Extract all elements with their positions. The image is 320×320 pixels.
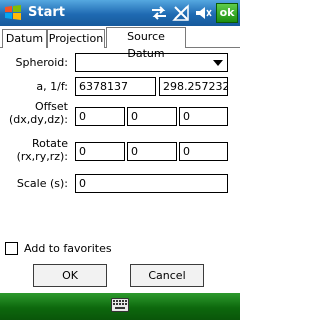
tab-source-datum[interactable]: Source Datum bbox=[106, 27, 186, 60]
title-bar: Start ok bbox=[0, 0, 240, 26]
keyboard-icon[interactable] bbox=[111, 298, 129, 312]
offset-dz-field[interactable]: 0 bbox=[179, 107, 228, 126]
rotate-label: Rotate bbox=[31, 137, 68, 150]
offset-dy-field[interactable]: 0 bbox=[127, 107, 177, 126]
semi-major-axis-field[interactable]: 6378137 bbox=[75, 77, 156, 96]
volume-icon[interactable] bbox=[194, 4, 212, 22]
tab-projection[interactable]: Projection bbox=[47, 29, 105, 48]
sync-arrows-icon[interactable] bbox=[150, 4, 168, 22]
add-to-favorites-label[interactable]: Add to favorites bbox=[24, 242, 112, 255]
scale-field[interactable]: 0 bbox=[75, 174, 228, 193]
rotate-sublabel: (rx,ry,rz): bbox=[16, 150, 68, 163]
flattening-field[interactable]: 298.257232 bbox=[159, 77, 228, 96]
af-label: a, 1/f: bbox=[36, 80, 68, 93]
signal-off-icon[interactable] bbox=[172, 4, 190, 22]
offset-dx-field[interactable]: 0 bbox=[75, 107, 125, 126]
rotate-rz-field[interactable]: 0 bbox=[179, 142, 228, 161]
scale-label: Scale (s): bbox=[16, 177, 68, 190]
spheroid-label: Spheroid: bbox=[15, 56, 68, 69]
offset-label: Offset bbox=[34, 100, 68, 113]
window-title: Start bbox=[28, 5, 65, 20]
ok-button[interactable]: OK bbox=[33, 264, 107, 287]
ok-title-button[interactable]: ok bbox=[216, 3, 238, 23]
chevron-down-icon[interactable] bbox=[213, 60, 223, 66]
offset-sublabel: (dx,dy,dz): bbox=[8, 113, 68, 126]
windows-start-icon[interactable] bbox=[3, 3, 23, 23]
rotate-ry-field[interactable]: 0 bbox=[127, 142, 177, 161]
add-to-favorites-checkbox[interactable] bbox=[5, 242, 18, 255]
rotate-rx-field[interactable]: 0 bbox=[75, 142, 125, 161]
cancel-button[interactable]: Cancel bbox=[130, 264, 204, 287]
tab-datum[interactable]: Datum bbox=[2, 29, 47, 48]
